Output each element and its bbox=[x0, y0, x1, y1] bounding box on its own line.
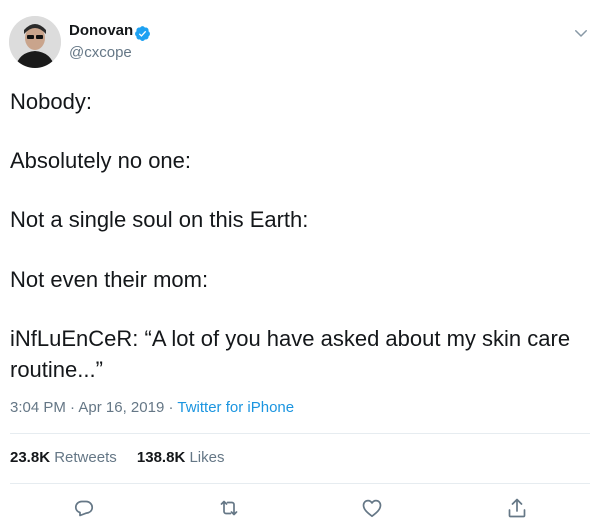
tweet-text-line: Absolutely no one: bbox=[10, 148, 192, 173]
divider bbox=[10, 483, 590, 484]
retweets-stat[interactable]: 23.8K Retweets bbox=[10, 449, 117, 466]
likes-stat[interactable]: 138.8K Likes bbox=[137, 449, 225, 466]
tweet-time[interactable]: 3:04 PM bbox=[10, 399, 66, 416]
meta-separator: · bbox=[70, 399, 76, 416]
reply-icon bbox=[74, 500, 94, 517]
tweet-stats: 23.8K Retweets 138.8K Likes bbox=[10, 449, 240, 466]
tweet-text-line: routine...” bbox=[10, 357, 103, 382]
share-icon bbox=[508, 498, 526, 518]
tweet-meta: 3:04 PM · Apr 16, 2019 · Twitter for iPh… bbox=[10, 399, 294, 416]
likes-count: 138.8K bbox=[136, 449, 186, 466]
tweet-text-line: Not a single soul on this Earth: bbox=[10, 207, 309, 232]
tweet-text-line: iNfLuEnCeR: “A lot of you have asked abo… bbox=[10, 326, 571, 351]
retweet-icon bbox=[220, 500, 238, 516]
tweet-text-line: Not even their mom: bbox=[10, 267, 209, 292]
chevron-down-icon[interactable] bbox=[572, 24, 590, 42]
author-handle[interactable]: @cxcope bbox=[69, 44, 132, 61]
heart-icon bbox=[362, 499, 382, 518]
avatar[interactable] bbox=[9, 16, 61, 68]
reply-button[interactable] bbox=[72, 496, 96, 520]
meta-separator: · bbox=[168, 399, 174, 416]
retweets-label: Retweets bbox=[54, 449, 117, 466]
retweets-count: 23.8K bbox=[10, 449, 51, 466]
avatar-image bbox=[9, 16, 61, 68]
verified-badge-icon bbox=[135, 26, 150, 41]
likes-label: Likes bbox=[189, 449, 225, 466]
tweet-text-line: Nobody: bbox=[10, 89, 92, 114]
author-name[interactable]: Donovan bbox=[69, 22, 133, 39]
tweet-source-link[interactable]: Twitter for iPhone bbox=[177, 399, 294, 416]
tweet-date[interactable]: Apr 16, 2019 bbox=[78, 399, 164, 416]
share-button[interactable] bbox=[505, 496, 529, 520]
like-button[interactable] bbox=[360, 496, 384, 520]
retweet-button[interactable] bbox=[217, 496, 241, 520]
divider bbox=[10, 433, 590, 434]
